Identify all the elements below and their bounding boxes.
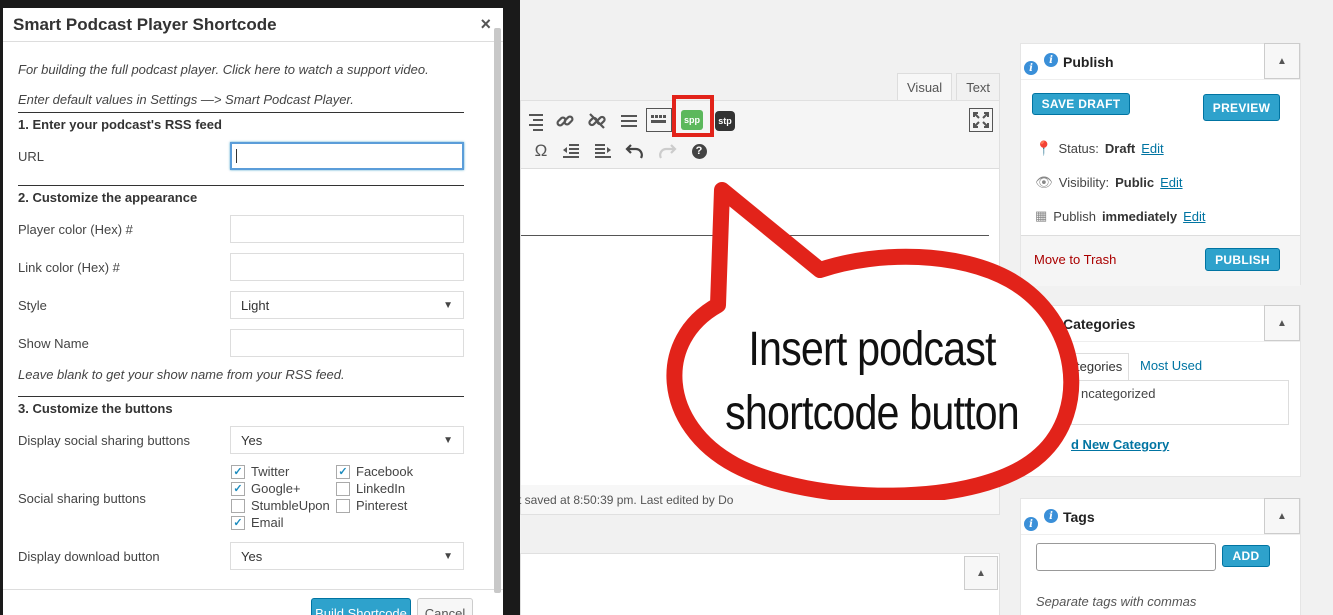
checkbox-checked-icon[interactable]: ✓ [231, 515, 245, 530]
tags-box: i i Tags ▲ ADD Separate tags with commas [1020, 498, 1301, 615]
url-label: URL [18, 149, 45, 164]
modal-panel: Smart Podcast Player Shortcode × For bui… [3, 8, 503, 615]
style-label: Style [18, 298, 47, 313]
callout-line-1: Insert podcast [748, 323, 996, 376]
player-color-label: Player color (Hex) # [18, 222, 133, 237]
show-name-hint: Leave blank to get your show name from y… [18, 367, 345, 382]
lower-metabox [520, 553, 1000, 615]
defaults-note: Enter default values in Settings —> Smar… [18, 92, 354, 107]
info-icon[interactable]: i [1024, 61, 1038, 75]
url-input[interactable] [230, 142, 464, 170]
info-icon[interactable]: i [1044, 509, 1058, 523]
link-color-label: Link color (Hex) # [18, 260, 120, 275]
unlink-icon[interactable] [585, 109, 609, 133]
read-more-icon[interactable] [617, 109, 641, 133]
chevron-down-icon: ▼ [443, 550, 453, 562]
modal-scrollbar[interactable] [494, 28, 501, 593]
screen: Visual Text spp stp Ω ? aft saved at 8:5… [0, 0, 1333, 615]
checkbox-linkedin[interactable]: LinkedIn [336, 481, 405, 496]
save-draft-button[interactable]: SAVE DRAFT [1032, 93, 1130, 115]
download-label: Display download button [18, 549, 160, 564]
checkbox-unchecked-icon[interactable] [336, 498, 350, 513]
style-select[interactable]: Light ▼ [230, 291, 464, 319]
special-character-icon[interactable]: Ω [529, 139, 553, 163]
text-cursor [236, 149, 237, 163]
modal-body: For building the full podcast player. Cl… [3, 43, 503, 615]
checkbox-twitter[interactable]: ✓ Twitter [231, 464, 289, 479]
align-right-icon[interactable] [523, 109, 547, 133]
tab-visual[interactable]: Visual [897, 73, 953, 101]
checkbox-unchecked-icon[interactable] [336, 481, 350, 496]
edit-status-link[interactable]: Edit [1141, 141, 1163, 156]
shortcode-modal: Smart Podcast Player Shortcode × For bui… [0, 0, 520, 615]
stp-shortcode-button[interactable]: stp [715, 111, 735, 131]
publish-button[interactable]: PUBLISH [1205, 248, 1280, 271]
toolbar-toggle-icon[interactable] [646, 108, 672, 132]
checkbox-unchecked-icon[interactable] [231, 498, 245, 513]
link-color-input[interactable] [230, 253, 464, 281]
section-rss: 1. Enter your podcast's RSS feed [18, 112, 464, 132]
download-select[interactable]: Yes ▼ [230, 542, 464, 570]
tags-input[interactable] [1036, 543, 1216, 571]
outdent-icon[interactable] [559, 139, 583, 163]
intro-text[interactable]: For building the full podcast player. Cl… [18, 62, 429, 77]
chevron-down-icon: ▼ [443, 299, 453, 311]
social-display-label: Display social sharing buttons [18, 433, 190, 448]
checkbox-checked-icon[interactable]: ✓ [336, 464, 350, 479]
build-shortcode-button[interactable]: Build Shortcode [311, 598, 411, 615]
tags-title: Tags [1063, 508, 1095, 525]
tab-most-used[interactable]: Most Used [1140, 358, 1202, 373]
fullscreen-icon[interactable] [969, 108, 993, 132]
callout-line-2: shortcode button [725, 387, 1020, 440]
player-color-input[interactable] [230, 215, 464, 243]
add-tag-button[interactable]: ADD [1222, 545, 1270, 567]
show-name-label: Show Name [18, 336, 89, 351]
editor-tabs: Visual Text [897, 73, 1001, 101]
pin-icon: 📍 [1035, 140, 1053, 156]
checkbox-checked-icon[interactable]: ✓ [231, 464, 245, 479]
tab-text[interactable]: Text [956, 73, 1001, 101]
tags-toggle[interactable]: ▲ [1264, 498, 1300, 534]
spp-shortcode-button[interactable]: spp [681, 110, 703, 130]
preview-button[interactable]: PREVIEW [1203, 94, 1280, 121]
info-icon[interactable]: i [1024, 517, 1038, 531]
checkbox-email[interactable]: ✓ Email [231, 515, 284, 530]
section-appearance: 2. Customize the appearance [18, 185, 464, 205]
publish-title: Publish [1063, 53, 1114, 70]
checkbox-pinterest[interactable]: Pinterest [336, 498, 407, 513]
lower-metabox-toggle[interactable]: ▲ [964, 556, 998, 590]
indent-icon[interactable] [591, 139, 615, 163]
section-buttons: 3. Customize the buttons [18, 396, 464, 416]
modal-header: Smart Podcast Player Shortcode × [3, 8, 503, 42]
checkbox-checked-icon[interactable]: ✓ [231, 481, 245, 496]
tags-header: i i Tags ▲ [1021, 498, 1300, 535]
editor-toolbar: spp stp Ω ? [521, 95, 999, 169]
checkbox-google-plus[interactable]: ✓ Google+ [231, 481, 301, 496]
publish-header: i i Publish ▲ [1021, 43, 1300, 80]
edit-visibility-link[interactable]: Edit [1160, 175, 1182, 190]
redo-icon[interactable] [655, 139, 679, 163]
tags-hint: Separate tags with commas [1036, 594, 1197, 609]
callout-text: Insert podcast shortcode button [700, 318, 1044, 446]
edit-schedule-link[interactable]: Edit [1183, 209, 1205, 224]
undo-icon[interactable] [623, 139, 647, 163]
social-display-select[interactable]: Yes ▼ [230, 426, 464, 454]
help-icon[interactable]: ? [687, 139, 711, 163]
info-icon[interactable]: i [1044, 53, 1058, 67]
chevron-down-icon: ▼ [443, 434, 453, 446]
modal-footer-divider [3, 589, 503, 590]
publish-toggle[interactable]: ▲ [1264, 43, 1300, 79]
checkbox-stumbleupon[interactable]: StumbleUpon [231, 498, 330, 513]
cancel-button[interactable]: Cancel [417, 598, 473, 615]
social-buttons-label: Social sharing buttons [18, 491, 146, 506]
categories-toggle[interactable]: ▲ [1264, 305, 1300, 341]
category-list: ncategorized [1071, 380, 1289, 425]
status-row: 📍 Status: Draft Edit [1035, 140, 1164, 156]
checkbox-facebook[interactable]: ✓ Facebook [336, 464, 413, 479]
link-icon[interactable] [553, 109, 577, 133]
show-name-input[interactable] [230, 329, 464, 357]
close-icon[interactable]: × [480, 14, 491, 35]
modal-title: Smart Podcast Player Shortcode [13, 14, 277, 34]
